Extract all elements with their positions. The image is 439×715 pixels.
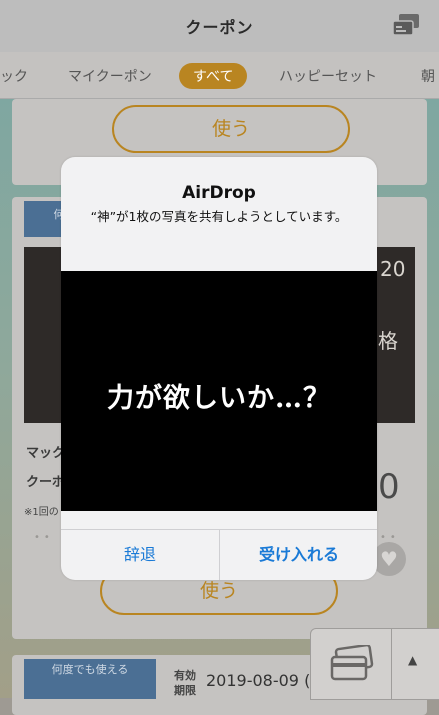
coupon-title: マック: [26, 446, 66, 461]
decline-button[interactable]: 辞退: [61, 529, 219, 580]
usage-badge: 何度でも使える: [24, 659, 156, 699]
tab-happy-set[interactable]: ハッピーセット: [279, 66, 377, 86]
price-value: 0: [378, 467, 400, 507]
alert-title: AirDrop: [182, 183, 256, 203]
airdrop-alert: AirDrop “神”が1枚の写真を共有しようとしています。 力が欲しいか…？ …: [61, 157, 377, 580]
up-arrow-icon: ▲: [408, 653, 418, 667]
validity-label: 有効: [174, 669, 196, 682]
coupon-cards-icon[interactable]: [391, 12, 421, 38]
tab-partial-left[interactable]: ック: [0, 66, 28, 86]
use-coupon-button[interactable]: 使う: [112, 105, 350, 153]
wallet-button[interactable]: [310, 628, 392, 700]
app-header: クーポン: [0, 0, 439, 52]
wallet-cards-icon: [330, 645, 374, 681]
tab-breakfast[interactable]: 朝: [421, 66, 435, 86]
scroll-top-button[interactable]: ▲: [391, 628, 439, 700]
validity-label: 期限: [174, 684, 196, 697]
validity-date: 2019-08-09 (: [206, 671, 311, 690]
perforation-dots: ••: [34, 532, 54, 543]
category-tabs: ック マイクーポン すべて ハッピーセット 朝: [0, 52, 439, 99]
perforation-dots: ••: [380, 532, 400, 543]
accept-button[interactable]: 受け入れる: [220, 529, 377, 580]
photo-caption-text: 力が欲しいか…？: [107, 383, 331, 414]
price-label: 格: [378, 329, 398, 353]
tab-my-coupons[interactable]: マイクーポン: [68, 66, 152, 86]
shared-photo-preview: 力が欲しいか…？: [61, 271, 377, 511]
page-title: クーポン: [185, 18, 254, 37]
heart-icon[interactable]: ♥: [372, 542, 406, 576]
old-price: 20: [380, 257, 406, 281]
alert-message: “神”が1枚の写真を共有しようとしています。: [90, 209, 348, 224]
coupon-note: ※1回の: [24, 507, 59, 518]
tab-all[interactable]: すべて: [179, 63, 248, 89]
coupon-subtitle: クーポ: [26, 475, 66, 490]
